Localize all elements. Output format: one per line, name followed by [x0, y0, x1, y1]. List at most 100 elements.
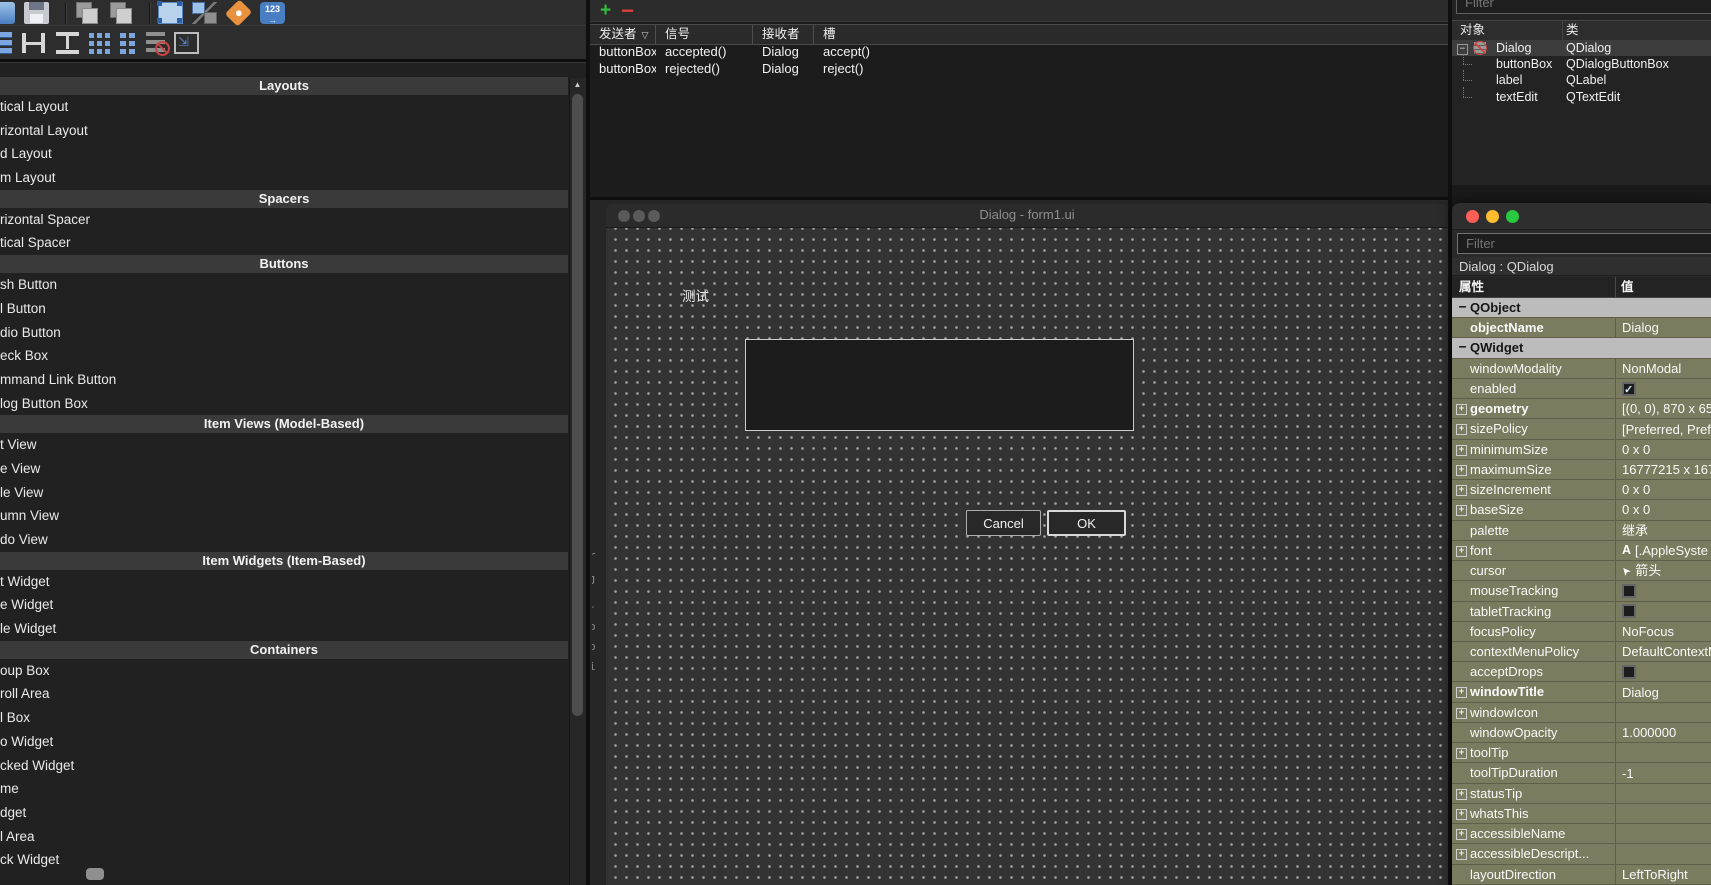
widget-box-item[interactable]: le View	[0, 481, 568, 505]
expander-icon[interactable]	[1458, 303, 1467, 312]
widget-box-item[interactable]: roll Area	[0, 682, 568, 706]
column-header-slot[interactable]: 槽	[814, 25, 1448, 44]
checkbox[interactable]	[1622, 664, 1636, 679]
property-value[interactable]: 0 x 0	[1615, 439, 1711, 459]
widget-box-item[interactable]: l Area	[0, 825, 568, 849]
property-row[interactable]: accessibleName	[1452, 824, 1711, 845]
column-header-class[interactable]: 类	[1566, 21, 1579, 39]
widget-box-item[interactable]: rizontal Layout	[0, 119, 568, 143]
property-row[interactable]: statusTip	[1452, 783, 1711, 804]
widget-box-category-header[interactable]: Item Widgets (Item-Based)	[0, 551, 568, 570]
property-value[interactable]: NoFocus	[1615, 621, 1711, 641]
property-value[interactable]: [.AppleSyste	[1615, 540, 1711, 561]
column-header-value[interactable]: 值	[1621, 278, 1634, 296]
widget-box-item[interactable]: umn View	[0, 504, 568, 528]
copy-icon[interactable]	[74, 1, 99, 24]
horizontal-scrollbar-thumb[interactable]	[86, 868, 104, 880]
form-window[interactable]: Dialog - form1.ui 测试 Cancel OK	[606, 204, 1448, 885]
widget-box-category-header[interactable]: Buttons	[0, 255, 568, 274]
widget-box-item[interactable]: e Widget	[0, 593, 568, 617]
property-value[interactable]: 0 x 0	[1615, 480, 1711, 500]
property-row[interactable]: mouseTracking	[1452, 581, 1711, 602]
property-row[interactable]: toolTip	[1452, 743, 1711, 764]
property-value[interactable]: 1.000000	[1615, 722, 1711, 743]
widget-box-item[interactable]: l Button	[0, 297, 568, 321]
connection-row[interactable]: buttonBox rejected() Dialog reject()	[590, 60, 1448, 77]
property-value[interactable]	[1615, 601, 1711, 621]
form-window-titlebar[interactable]: Dialog - form1.ui	[606, 204, 1448, 228]
connection-row[interactable]: buttonBox accepted() Dialog accept()	[590, 43, 1448, 60]
property-value[interactable]	[1615, 702, 1711, 722]
expander-icon[interactable]	[1456, 404, 1467, 416]
scroll-up-arrow-icon[interactable]: ▲	[570, 80, 585, 89]
property-row[interactable]: accessibleDescript...	[1452, 844, 1711, 865]
column-divider[interactable]	[1562, 21, 1563, 40]
property-row[interactable]: maximumSize 16777215 x 1677	[1452, 459, 1711, 481]
property-value[interactable]	[1615, 581, 1711, 601]
widget-box-item[interactable]: t View	[0, 433, 568, 457]
object-tree-row-buttonbox[interactable]: buttonBox QDialogButtonBox	[1452, 54, 1711, 72]
property-row[interactable]: geometry [(0, 0), 870 x 65	[1452, 399, 1711, 420]
property-filter-input[interactable]	[1457, 233, 1711, 254]
widget-box-item[interactable]: log Button Box	[0, 392, 568, 416]
break-layout-icon[interactable]	[146, 32, 170, 56]
expander-icon[interactable]	[1456, 707, 1467, 719]
property-value[interactable]	[1615, 824, 1711, 844]
edit-widgets-icon[interactable]	[157, 0, 183, 24]
expander-icon[interactable]	[1456, 748, 1467, 760]
property-row[interactable]: minimumSize 0 x 0	[1452, 439, 1711, 460]
object-tree-row-dialog[interactable]: Dialog QDialog	[1452, 40, 1711, 57]
property-value[interactable]: 0 x 0	[1615, 500, 1711, 520]
save-icon[interactable]	[24, 1, 49, 24]
widget-box-item[interactable]: o Widget	[0, 730, 568, 754]
property-value[interactable]: LeftToRight	[1615, 864, 1711, 884]
property-row[interactable]: enabled	[1452, 378, 1711, 400]
add-connection-icon[interactable]: +	[600, 1, 611, 20]
checkbox[interactable]	[1622, 381, 1636, 398]
expander-icon[interactable]	[1456, 788, 1467, 800]
property-value[interactable]	[1615, 378, 1711, 399]
column-header-receiver[interactable]: 接收者	[753, 25, 814, 44]
widget-box-item[interactable]: dget	[0, 801, 568, 825]
property-row[interactable]: whatsThis	[1452, 803, 1711, 825]
expander-icon[interactable]	[1456, 687, 1467, 699]
widget-box-item[interactable]: e View	[0, 457, 568, 481]
widget-box-category-header[interactable]: Layouts	[0, 77, 568, 95]
edit-buddies-icon[interactable]	[224, 0, 253, 27]
edit-signals-slots-icon[interactable]	[192, 1, 217, 24]
property-group-row[interactable]: QObject	[1452, 298, 1711, 319]
property-row[interactable]: windowTitle Dialog	[1452, 682, 1711, 703]
expander-icon[interactable]	[1458, 343, 1467, 352]
column-header-object[interactable]: 对象	[1460, 21, 1485, 39]
window-minimize-icon[interactable]	[1486, 210, 1499, 223]
widget-box-item[interactable]: le Widget	[0, 617, 568, 641]
ok-button[interactable]: OK	[1047, 510, 1126, 536]
property-row[interactable]: focusPolicy NoFocus	[1452, 621, 1711, 642]
widget-box-item[interactable]: tical Layout	[0, 95, 568, 119]
clipped-file-icon[interactable]	[0, 1, 15, 24]
expander-icon[interactable]	[1456, 424, 1467, 436]
widget-box-item[interactable]: sh Button	[0, 273, 568, 297]
widget-box-item[interactable]: d Layout	[0, 142, 568, 166]
widget-box-item[interactable]: eck Box	[0, 344, 568, 368]
object-inspector-filter-input[interactable]	[1456, 0, 1711, 14]
property-row[interactable]: layoutDirection LeftToRight	[1452, 864, 1711, 885]
widget-box-item[interactable]: ck Widget	[0, 848, 568, 872]
property-group-row[interactable]: QWidget	[1452, 338, 1711, 359]
property-value[interactable]: 16777215 x 1677	[1615, 459, 1711, 480]
grid-layout-icon[interactable]	[89, 32, 110, 54]
property-value[interactable]	[1615, 803, 1711, 824]
checkbox[interactable]	[1622, 583, 1636, 598]
property-row[interactable]: acceptDrops	[1452, 662, 1711, 683]
widget-box-item[interactable]: cked Widget	[0, 754, 568, 778]
cancel-button[interactable]: Cancel	[966, 510, 1041, 536]
expander-icon[interactable]	[1456, 829, 1467, 841]
property-row[interactable]: tabletTracking	[1452, 601, 1711, 622]
widget-box-item[interactable]: tical Spacer	[0, 231, 568, 255]
object-tree-row-textedit[interactable]: textEdit QTextEdit	[1452, 86, 1711, 105]
paste-icon[interactable]	[108, 1, 133, 24]
property-value[interactable]: -1	[1615, 763, 1711, 783]
column-header-sender[interactable]: 发送者 ▽	[590, 25, 656, 44]
property-value[interactable]: DefaultContextM	[1615, 641, 1711, 662]
property-value[interactable]	[1615, 662, 1711, 682]
